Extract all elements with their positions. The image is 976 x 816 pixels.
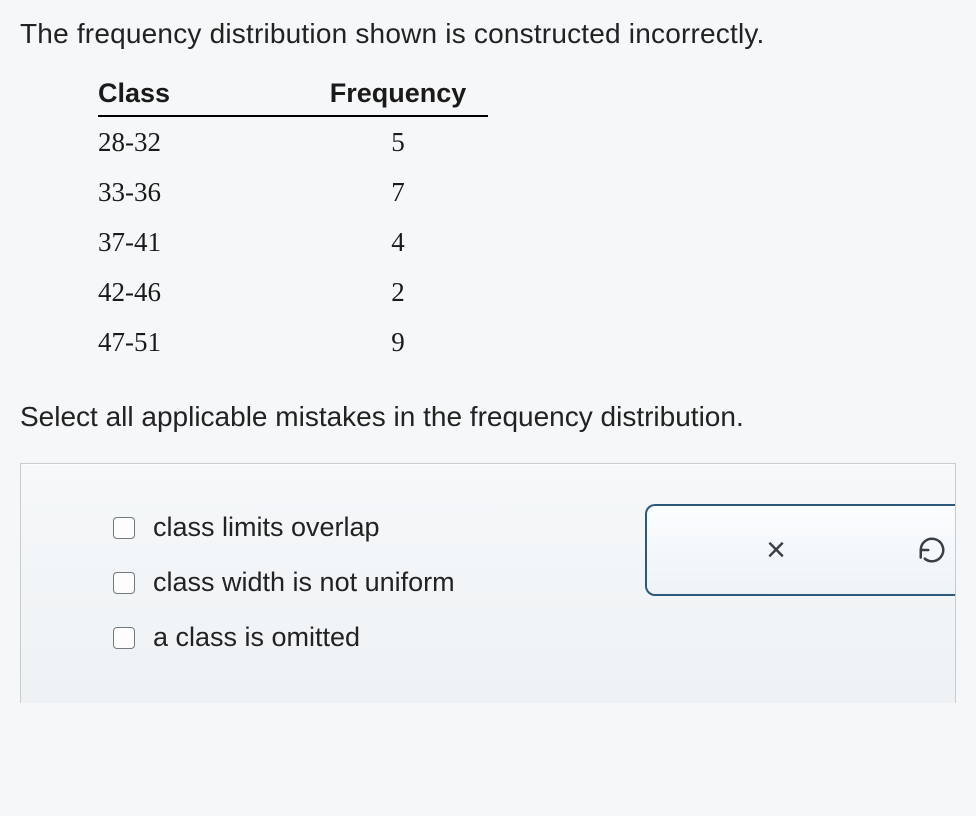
table-row: 28-32 5 [98,117,488,167]
table-row: 42-46 2 [98,267,488,317]
cell-frequency: 9 [308,327,488,358]
checkbox[interactable] [113,572,135,594]
close-button[interactable]: × [647,531,905,570]
header-frequency: Frequency [308,78,488,109]
intro-text: The frequency distribution shown is cons… [20,18,956,50]
table-row: 47-51 9 [98,317,488,367]
header-class: Class [98,78,308,109]
table-row: 37-41 4 [98,217,488,267]
close-icon: × [766,531,786,570]
tool-panel: × [645,504,955,596]
cell-class: 37-41 [98,227,308,258]
table-row: 33-36 7 [98,167,488,217]
cell-class: 42-46 [98,277,308,308]
option-label: class limits overlap [153,512,380,543]
cell-frequency: 2 [308,277,488,308]
undo-icon [917,535,947,565]
cell-class: 28-32 [98,127,308,158]
cell-frequency: 5 [308,127,488,158]
option-label: class width is not uniform [153,567,455,598]
cell-class: 47-51 [98,327,308,358]
frequency-table: Class Frequency 28-32 5 33-36 7 37-41 4 … [98,78,956,367]
cell-class: 33-36 [98,177,308,208]
cell-frequency: 7 [308,177,488,208]
table-header: Class Frequency [98,78,488,117]
option-class-omitted[interactable]: a class is omitted [113,622,895,653]
cell-frequency: 4 [308,227,488,258]
checkbox[interactable] [113,627,135,649]
instruction-text: Select all applicable mistakes in the fr… [20,401,956,433]
undo-button[interactable] [905,535,955,565]
answer-panel: class limits overlap class width is not … [20,463,956,703]
option-label: a class is omitted [153,622,360,653]
checkbox[interactable] [113,517,135,539]
